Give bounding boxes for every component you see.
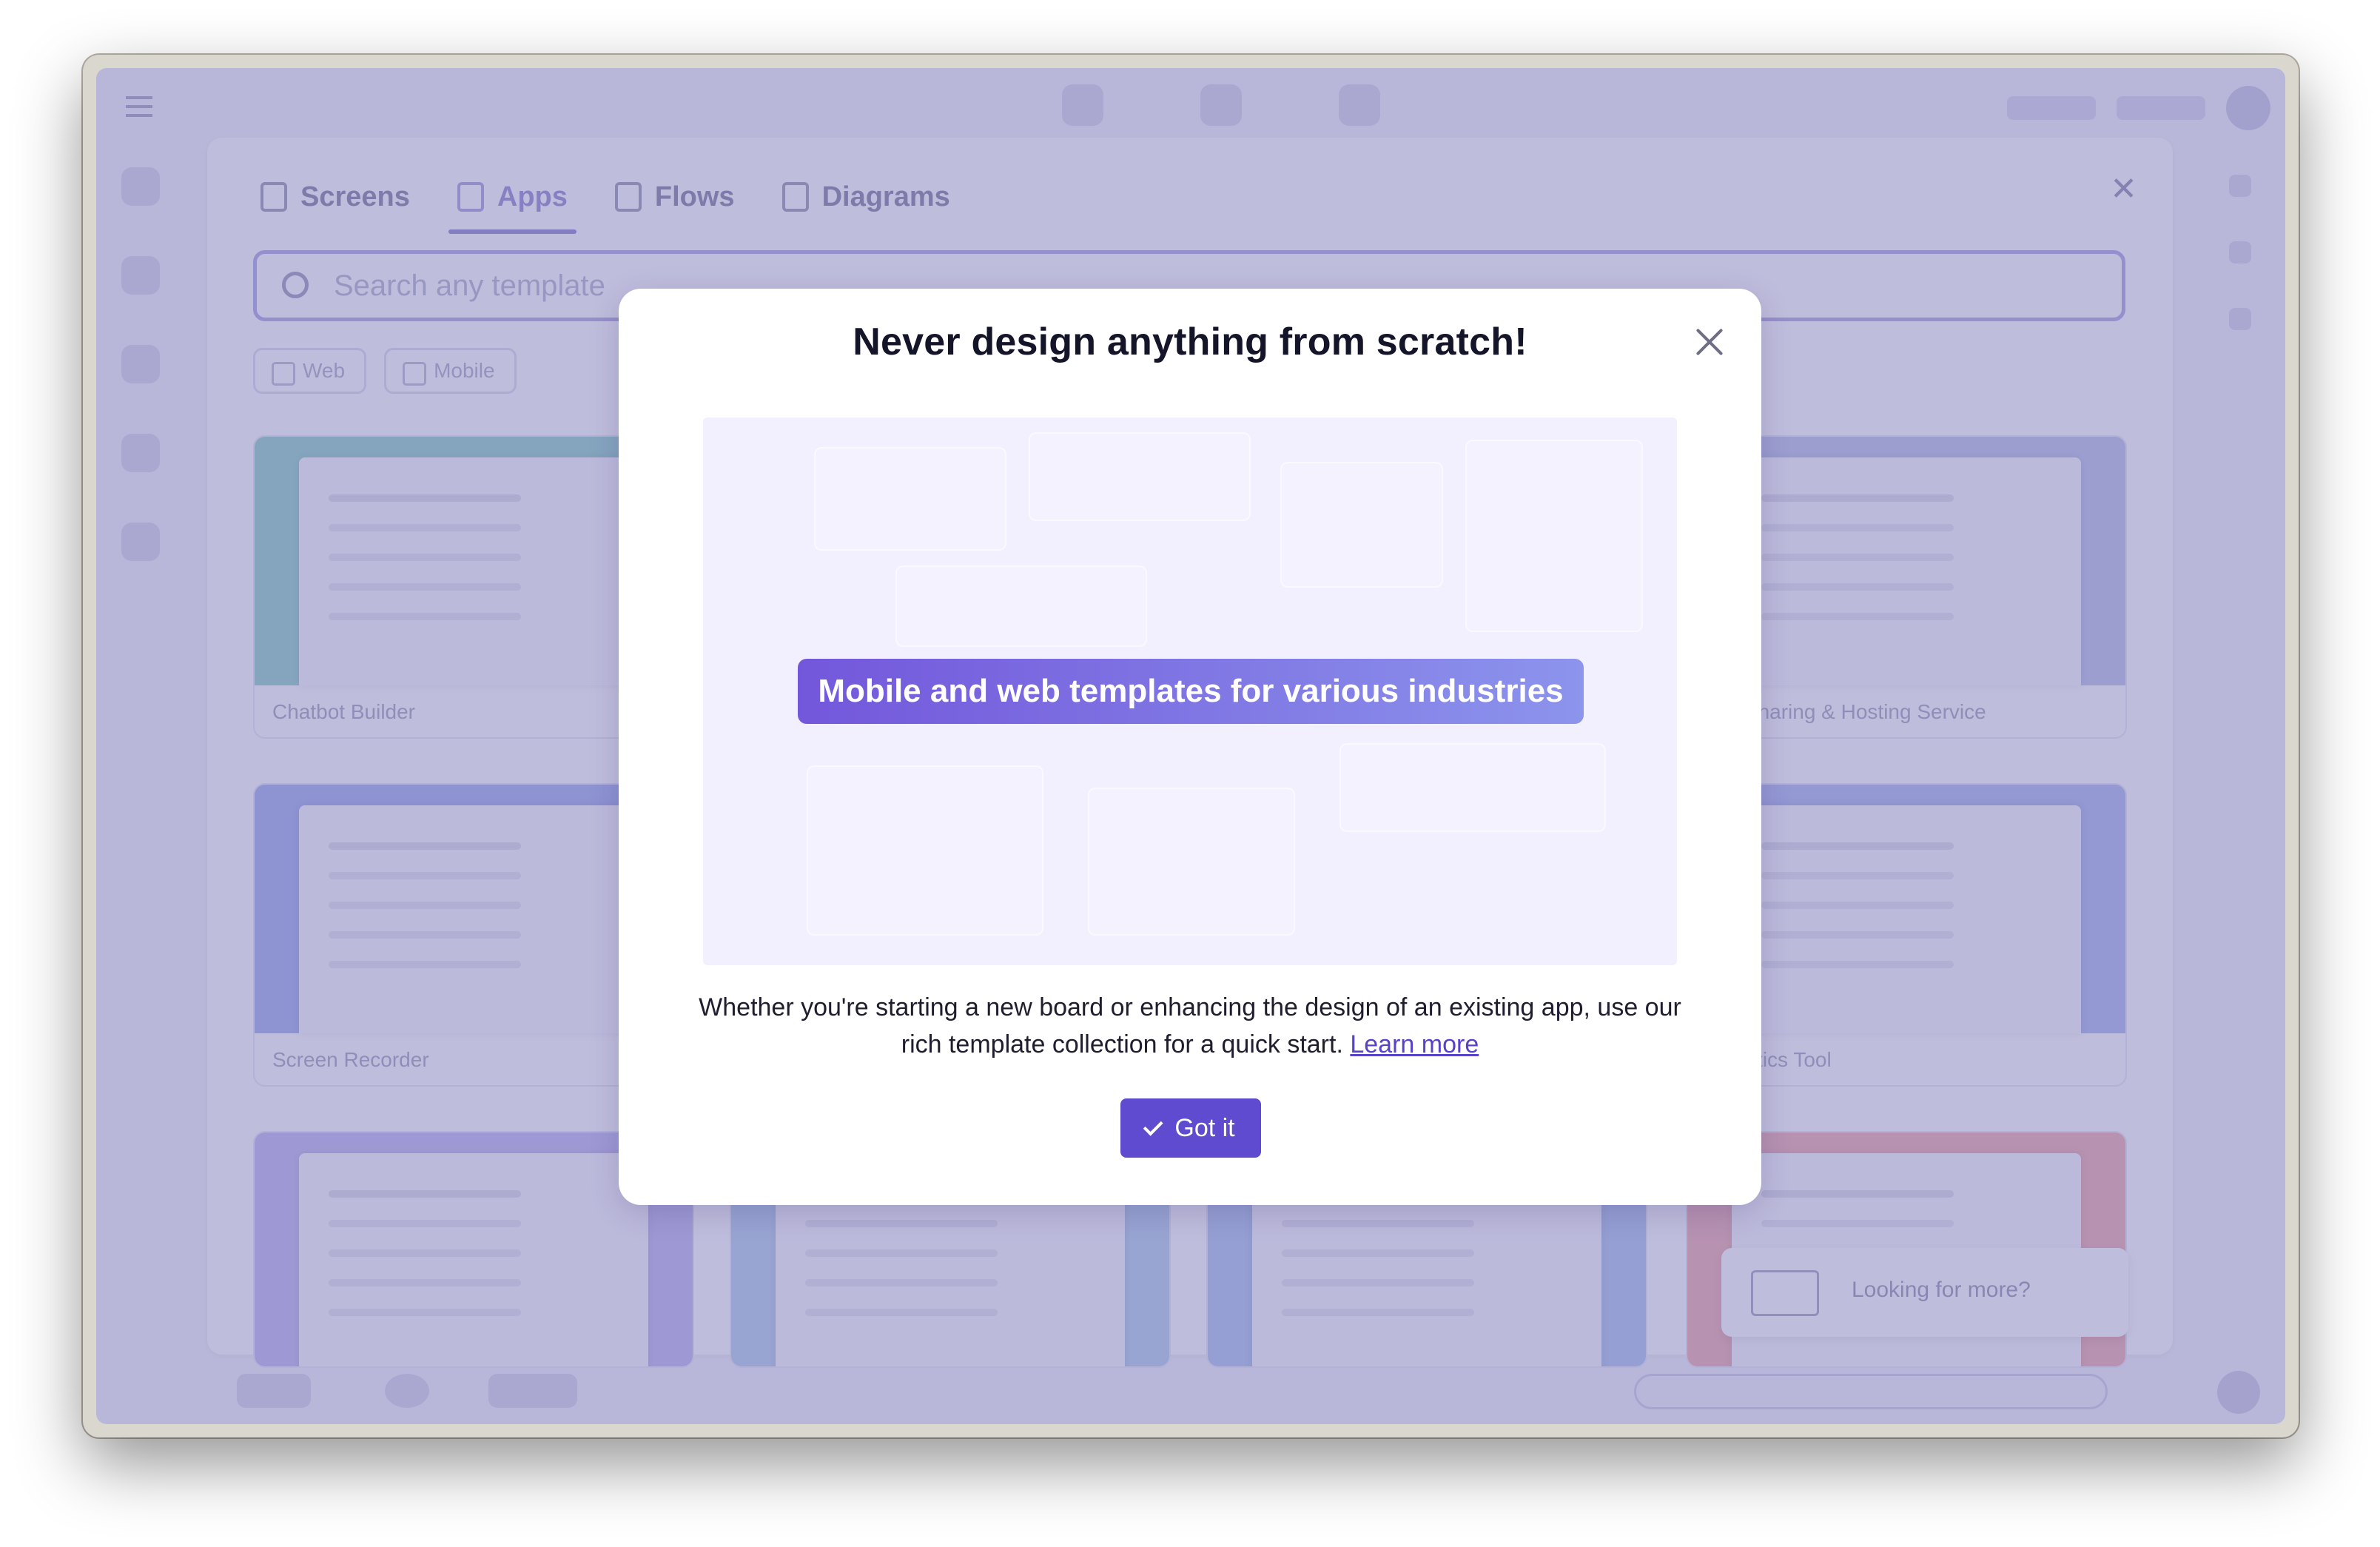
preview-ghost: [1465, 440, 1643, 632]
template-preview: Mobile and web templates for various ind…: [703, 417, 1677, 965]
preview-ghost: [1280, 462, 1443, 588]
onboarding-modal: Never design anything from scratch! Mobi…: [619, 289, 1761, 1205]
modal-title: Never design anything from scratch!: [853, 321, 1527, 363]
close-icon[interactable]: [1693, 326, 1726, 358]
preview-ghost: [814, 447, 1006, 551]
description-text: Whether you're starting a new board or e…: [699, 993, 1681, 1058]
got-it-label: Got it: [1174, 1113, 1235, 1142]
preview-ghost: [807, 765, 1043, 936]
got-it-button[interactable]: Got it: [1120, 1098, 1261, 1158]
preview-ghost: [1088, 788, 1295, 936]
preview-ghost: [1029, 432, 1251, 521]
preview-ghost: [895, 566, 1147, 647]
learn-more-link[interactable]: Learn more: [1350, 1030, 1479, 1058]
check-icon: [1143, 1115, 1163, 1136]
preview-banner: Mobile and web templates for various ind…: [798, 659, 1584, 724]
modal-description: Whether you're starting a new board or e…: [693, 989, 1687, 1063]
preview-ghost: [1339, 743, 1606, 832]
